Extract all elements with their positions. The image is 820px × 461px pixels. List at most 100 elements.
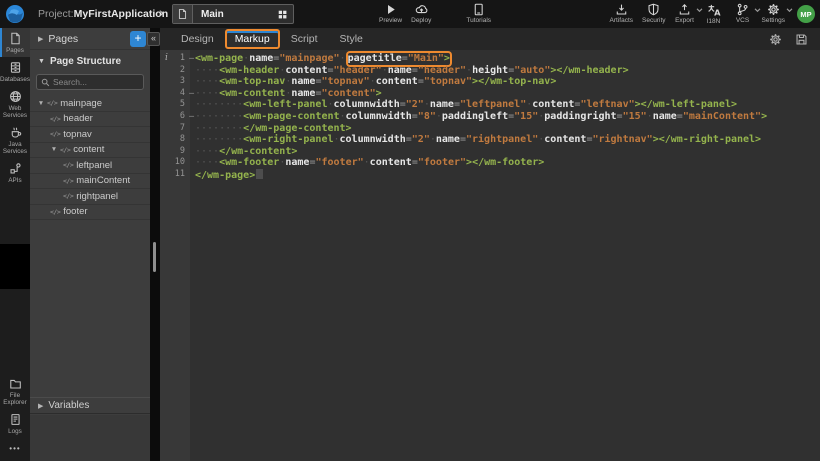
code-text: <wm-page·name="mainpage"·pagetitle="Main… xyxy=(190,53,453,65)
editor-region: DesignMarkupScriptStyle i1─<wm-page·name… xyxy=(160,28,820,461)
gutter-cell[interactable]: 7 xyxy=(160,123,190,135)
line-number: 11 xyxy=(175,169,185,181)
action-label: Export xyxy=(675,17,694,24)
shield-icon xyxy=(647,3,660,16)
sidebar-item-java-services[interactable]: Java Services xyxy=(0,122,30,158)
tab-script[interactable]: Script xyxy=(280,28,329,50)
page-structure-tree: ▼</>mainpage</>header</>topnav▼</>conten… xyxy=(30,96,150,220)
search-input[interactable] xyxy=(53,77,139,87)
fold-toggle-icon[interactable]: ─ xyxy=(189,111,194,123)
text-cursor xyxy=(256,169,263,179)
tab-design[interactable]: Design xyxy=(170,28,225,50)
breadcrumb-chevron-icon[interactable]: › xyxy=(159,4,164,20)
tree-item-mainContent[interactable]: </>mainContent xyxy=(30,174,150,190)
page-structure-header[interactable]: ▼ Page Structure xyxy=(30,50,150,72)
tree-item-leftpanel[interactable]: </>leftpanel xyxy=(30,158,150,174)
code-line-9: 9····</wm-content> xyxy=(160,146,820,158)
tree-item-header[interactable]: </>header xyxy=(30,112,150,128)
gutter-cell[interactable]: 8 xyxy=(160,134,190,146)
collapse-panel-button[interactable]: « xyxy=(147,32,160,46)
cloud-upload-icon xyxy=(415,3,428,16)
variables-section-header[interactable]: ▶ Variables xyxy=(30,397,150,414)
code-line-5: 5········<wm-left-panel·columnwidth="2"·… xyxy=(160,99,820,111)
tree-item-topnav[interactable]: </>topnav xyxy=(30,127,150,143)
save-icon[interactable] xyxy=(795,33,808,46)
sidebar-item-logs[interactable]: Logs xyxy=(0,409,30,438)
logs-icon xyxy=(9,413,22,426)
gutter-cell[interactable]: i1─ xyxy=(160,53,190,65)
code-line-11: 11</wm-page> xyxy=(160,169,820,181)
sidebar-bottom-group: File ExplorerLogs••• xyxy=(0,373,30,461)
tutorials-button[interactable]: Tutorials xyxy=(464,1,493,24)
scrollbar-thumb[interactable] xyxy=(153,242,156,272)
sidebar-item-label: Web Services xyxy=(0,105,30,119)
deploy-button[interactable]: Deploy xyxy=(409,1,433,24)
gutter-cell[interactable]: 6─ xyxy=(160,111,190,123)
security-button[interactable]: Security xyxy=(640,1,667,24)
chevron-down-icon[interactable]: ▼ xyxy=(49,146,59,153)
editor-tab-bar: DesignMarkupScriptStyle xyxy=(160,28,820,50)
tab-markup[interactable]: Markup xyxy=(225,29,280,49)
sidebar-item-databases[interactable]: Databases xyxy=(0,57,30,86)
pages-panel-header[interactable]: ▶ Pages + xyxy=(30,28,150,50)
sidebar-item-label: Databases xyxy=(0,76,30,83)
wavemaker-logo-icon[interactable] xyxy=(4,3,26,25)
tree-item-mainpage[interactable]: ▼</>mainpage xyxy=(30,96,150,112)
markup-code-editor[interactable]: i1─<wm-page·name="mainpage"·pagetitle="M… xyxy=(160,50,820,461)
code-line-3: 3····<wm-top-nav·name="topnav"·content="… xyxy=(160,76,820,88)
topbar-actions-right: ArtifactsSecurity Export AI18NVCSSettings xyxy=(608,1,787,28)
vcs-button[interactable]: VCS xyxy=(731,1,755,24)
code-line-4: 4─····<wm-content·name="content"> xyxy=(160,88,820,100)
i18n-button[interactable]: AI18N xyxy=(702,1,726,25)
export-button[interactable]: Export xyxy=(673,1,697,24)
sidebar-item-file-explorer[interactable]: File Explorer xyxy=(0,373,30,409)
sidebar-item-apis[interactable]: APIs xyxy=(0,158,30,187)
line-number: 5 xyxy=(180,99,185,111)
tree-item-footer[interactable]: </>footer xyxy=(30,205,150,221)
database-icon xyxy=(9,61,22,74)
preview-button[interactable]: Preview xyxy=(377,1,404,24)
code-text: ········</wm-page-content> xyxy=(190,123,352,135)
user-avatar[interactable]: MP xyxy=(797,5,815,23)
add-page-button[interactable]: + xyxy=(130,31,146,47)
fold-toggle-icon[interactable]: ─ xyxy=(189,53,194,65)
gutter-cell[interactable]: 4─ xyxy=(160,88,190,100)
code-tag-icon: </> xyxy=(60,146,70,154)
grid-icon[interactable] xyxy=(277,9,288,20)
panel-divider: « xyxy=(150,28,160,461)
settings-button[interactable]: Settings xyxy=(760,1,788,24)
gutter-cell[interactable]: 2 xyxy=(160,65,190,77)
tree-item-label: header xyxy=(63,113,93,124)
sidebar-item-label: Java Services xyxy=(0,141,30,155)
gutter-cell[interactable]: 11 xyxy=(160,169,190,181)
artifacts-button[interactable]: Artifacts xyxy=(608,1,635,24)
sidebar-item-web-services[interactable]: Web Services xyxy=(0,86,30,122)
chevron-down-icon xyxy=(786,8,793,13)
editor-toolbar xyxy=(769,28,808,50)
chevron-down-icon[interactable]: ▼ xyxy=(36,100,46,107)
code-tag-icon: </> xyxy=(50,208,60,216)
gutter-info-marker: i xyxy=(165,53,168,65)
line-number: 4 xyxy=(180,88,185,100)
action-label: Deploy xyxy=(411,17,431,24)
tree-item-label: topnav xyxy=(63,129,92,140)
code-line-2: 2····<wm-header·content="header"·name="h… xyxy=(160,65,820,77)
tab-style[interactable]: Style xyxy=(329,28,374,50)
sidebar-more-button[interactable]: ••• xyxy=(0,438,30,461)
gutter-cell[interactable]: 9 xyxy=(160,146,190,158)
gutter-cell[interactable]: 3 xyxy=(160,76,190,88)
tree-item-rightpanel[interactable]: </>rightpanel xyxy=(30,189,150,205)
line-number: 10 xyxy=(175,157,185,169)
sidebar-item-pages[interactable]: Pages xyxy=(0,28,30,57)
gutter-cell[interactable]: 10 xyxy=(160,157,190,169)
tree-item-content[interactable]: ▼</>content xyxy=(30,143,150,159)
gear-icon[interactable] xyxy=(769,33,782,46)
chevron-right-icon: ▶ xyxy=(38,402,43,410)
gutter-cell[interactable]: 5 xyxy=(160,99,190,111)
code-tag-icon: </> xyxy=(63,192,73,200)
action-label: I18N xyxy=(707,18,721,25)
open-page-tab[interactable]: Main xyxy=(172,4,294,24)
coffee-icon xyxy=(9,126,22,139)
fold-toggle-icon[interactable]: ─ xyxy=(189,88,194,100)
tutorials-icon xyxy=(472,3,485,16)
